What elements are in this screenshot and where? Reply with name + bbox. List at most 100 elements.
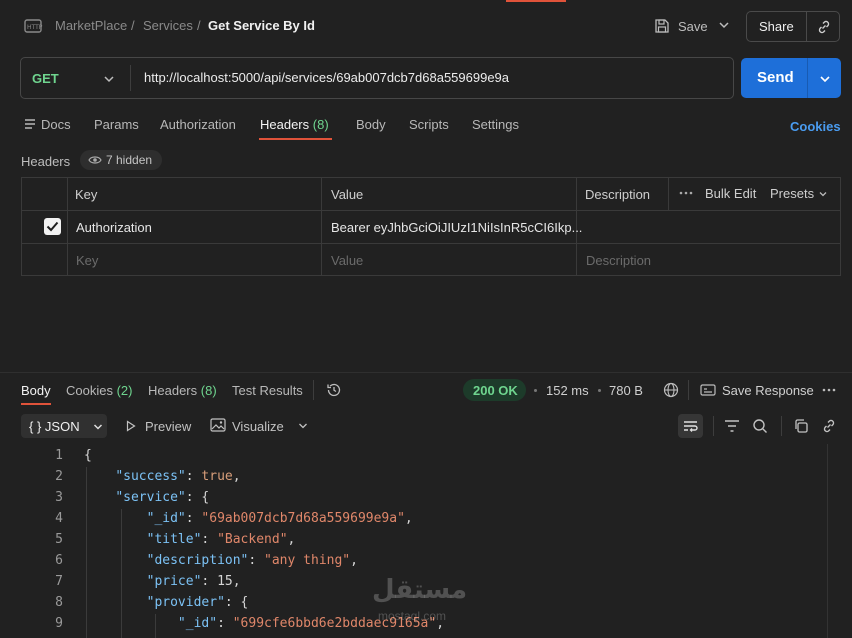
hidden-headers-label: 7 hidden: [106, 153, 153, 167]
status-code: 200 OK: [473, 383, 518, 398]
format-label: { } JSON: [29, 419, 80, 434]
search-icon[interactable]: [752, 418, 768, 434]
chevron-down-icon: [93, 423, 103, 431]
new-header-key-input[interactable]: Key: [76, 253, 98, 268]
new-header-value-input[interactable]: Value: [331, 253, 363, 268]
line-number: 9: [55, 616, 63, 631]
chevron-down-icon[interactable]: [298, 422, 308, 430]
code-line[interactable]: "price": 15,: [84, 574, 241, 589]
tab-headers[interactable]: Headers (8): [260, 117, 329, 132]
line-number: 1: [55, 448, 63, 463]
play-icon: [126, 420, 136, 432]
headers-section-title: Headers: [21, 154, 71, 169]
send-button[interactable]: Send: [741, 58, 841, 98]
line-number: 7: [55, 574, 63, 589]
chevron-down-icon[interactable]: [718, 19, 730, 31]
breadcrumb-separator: /: [131, 18, 135, 33]
wrap-icon: [684, 421, 698, 432]
code-line[interactable]: "provider": {: [84, 595, 249, 610]
line-number: 4: [55, 511, 63, 526]
tab-authorization[interactable]: Authorization: [160, 117, 236, 132]
watermark-url: mostaql.com: [378, 609, 447, 623]
tab-docs[interactable]: Docs: [41, 117, 71, 132]
scrollbar[interactable]: [827, 444, 841, 638]
column-header-value: Value: [331, 187, 364, 202]
method-select[interactable]: GET: [32, 71, 59, 86]
active-tab-indicator: [21, 403, 51, 405]
docs-icon: [24, 118, 36, 130]
save-response-icon: [700, 384, 716, 396]
url-input[interactable]: http://localhost:5000/api/services/69ab0…: [144, 70, 509, 85]
header-value-cell[interactable]: Bearer eyJhbGciOiJIUzI1NiIsInR5cCI6Ikp..…: [331, 220, 582, 235]
active-tab-accent: [506, 0, 566, 2]
line-number: 2: [55, 469, 63, 484]
tab-headers-label: Headers: [260, 117, 310, 132]
breadcrumb-separator: /: [197, 18, 201, 33]
response-tab-headers-label: Headers: [148, 383, 198, 398]
response-tab-headers[interactable]: Headers (8): [148, 383, 217, 398]
save-response-button[interactable]: Save Response: [722, 383, 814, 398]
cookies-link[interactable]: Cookies: [790, 119, 841, 134]
response-tab-test-results[interactable]: Test Results: [232, 383, 303, 398]
tab-body[interactable]: Body: [356, 117, 386, 132]
new-header-description-input[interactable]: Description: [586, 253, 651, 268]
status-badge[interactable]: 200 OK: [463, 379, 526, 401]
response-tab-headers-count: (8): [200, 383, 217, 398]
watermark-logo: مستقل: [372, 574, 468, 604]
eye-icon: [88, 155, 102, 165]
save-button[interactable]: Save: [654, 14, 708, 38]
format-select[interactable]: { } JSON: [21, 414, 107, 438]
more-horizontal-icon[interactable]: [679, 191, 693, 195]
history-icon[interactable]: [326, 382, 342, 398]
code-line[interactable]: {: [84, 448, 92, 463]
page-title[interactable]: Get Service By Id: [208, 18, 315, 33]
chevron-down-icon[interactable]: [103, 73, 115, 85]
hidden-headers-toggle[interactable]: 7 hidden: [80, 150, 162, 170]
share-label: Share: [759, 19, 794, 34]
response-tab-body[interactable]: Body: [21, 383, 51, 398]
line-number: 8: [55, 595, 63, 610]
chevron-down-icon[interactable]: [819, 73, 831, 85]
code-line[interactable]: "description": "any thing",: [84, 553, 358, 568]
response-size[interactable]: 780 B: [609, 383, 643, 398]
tab-params[interactable]: Params: [94, 117, 139, 132]
code-line[interactable]: "_id": "69ab007dcb7d68a559699e9a",: [84, 511, 413, 526]
line-number: 6: [55, 553, 63, 568]
svg-text:HTTP: HTTP: [27, 24, 43, 31]
response-tab-cookies-label: Cookies: [66, 383, 113, 398]
tab-scripts[interactable]: Scripts: [409, 117, 449, 132]
globe-icon[interactable]: [663, 382, 679, 398]
filter-icon[interactable]: [724, 419, 740, 433]
code-line[interactable]: "service": {: [84, 490, 209, 505]
save-label: Save: [678, 18, 708, 34]
response-tab-cookies[interactable]: Cookies (2): [66, 383, 132, 398]
column-header-description: Description: [585, 187, 651, 202]
response-tab-cookies-count: (2): [116, 383, 133, 398]
breadcrumb-folder[interactable]: Services: [143, 18, 193, 33]
wrap-lines-button[interactable]: [678, 414, 703, 438]
breadcrumb-collection[interactable]: MarketPlace: [55, 18, 127, 33]
link-icon[interactable]: [821, 418, 837, 434]
copy-icon[interactable]: [793, 418, 809, 434]
tab-settings[interactable]: Settings: [472, 117, 519, 132]
pane-divider[interactable]: [0, 372, 852, 373]
link-icon[interactable]: [816, 19, 832, 35]
header-key-cell[interactable]: Authorization: [76, 220, 152, 235]
chevron-down-icon[interactable]: [818, 189, 828, 199]
response-time[interactable]: 152 ms: [546, 383, 589, 398]
column-header-key: Key: [75, 187, 98, 202]
share-button[interactable]: Share: [746, 11, 840, 42]
bulk-edit-button[interactable]: Bulk Edit: [705, 186, 756, 201]
image-icon: [210, 418, 226, 432]
save-icon: [654, 18, 670, 34]
http-icon: HTTP: [24, 17, 44, 35]
code-line[interactable]: "title": "Backend",: [84, 532, 296, 547]
preview-button[interactable]: Preview: [145, 419, 191, 434]
visualize-button[interactable]: Visualize: [232, 419, 284, 434]
active-tab-indicator: [259, 138, 332, 140]
header-enabled-checkbox[interactable]: [44, 218, 61, 235]
line-number: 5: [55, 532, 63, 547]
code-line[interactable]: "success": true,: [84, 469, 240, 484]
presets-dropdown[interactable]: Presets: [770, 186, 814, 201]
more-horizontal-icon[interactable]: [822, 388, 836, 392]
